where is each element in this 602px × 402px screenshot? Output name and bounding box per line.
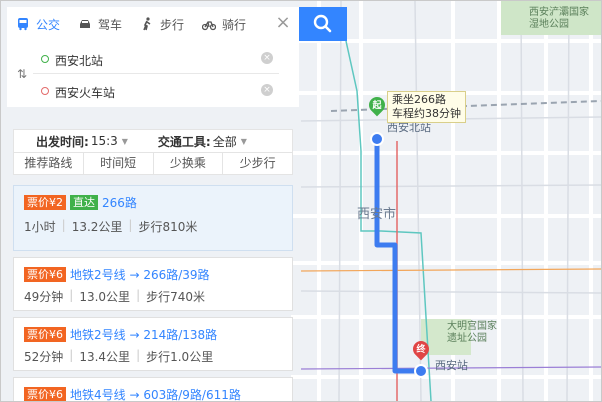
- fare-badge: 票价¥6: [24, 326, 66, 342]
- park-chanba-label: 西安浐灞国家 湿地公园: [529, 7, 589, 30]
- chevron-down-icon: ▼: [240, 136, 247, 146]
- route-time: 52分钟: [24, 350, 64, 364]
- filter-panel: 出发时间: 15:3 ▼ 交通工具: 全部 ▼ 推荐路线 时间短 少换乘 少步行: [13, 129, 293, 175]
- mode-tab-bus[interactable]: 公交: [7, 7, 69, 41]
- clear-origin-icon[interactable]: ×: [261, 52, 273, 64]
- direct-badge: 直达: [70, 194, 98, 210]
- route-name: 266路: [102, 195, 137, 210]
- origin-dot-icon: [41, 55, 49, 63]
- route-result[interactable]: 票价¥2 直达 266路 1小时 | 13.2公里 | 步行810米: [13, 185, 293, 251]
- origin-input[interactable]: [53, 48, 257, 72]
- route-distance: 13.2公里: [71, 220, 123, 234]
- route-result[interactable]: 票价¥6 地铁2号线 → 266路/39路 49分钟 | 13.0公里 | 步行74…: [13, 257, 293, 311]
- start-marker[interactable]: 起: [365, 93, 389, 117]
- walk-icon: [143, 17, 151, 31]
- fare-badge: 票价¥2: [24, 194, 66, 210]
- route-result[interactable]: 票价¥6 地铁4号线 → 603路/9路/611路: [13, 377, 293, 402]
- sort-tab-fewer-transfers[interactable]: 少换乘: [154, 153, 224, 175]
- origin-field: ×: [33, 45, 279, 74]
- route-name: 地铁4号线 → 603路/9路/611路: [70, 387, 241, 402]
- end-marker[interactable]: 终: [409, 337, 433, 361]
- fare-badge: 票价¥6: [24, 386, 66, 401]
- car-icon: [80, 20, 91, 28]
- mode-tab-car[interactable]: 驾车: [69, 7, 131, 41]
- destination-input[interactable]: [53, 80, 257, 104]
- park-daminggong-label: 大明宫国家 遗址公园: [447, 321, 497, 344]
- route-name: 地铁2号线 → 266路/39路: [70, 267, 210, 282]
- station-rail-label: 西安站: [435, 359, 468, 372]
- search-icon: [313, 14, 332, 33]
- clear-destination-icon[interactable]: ×: [261, 84, 273, 96]
- search-button[interactable]: [299, 7, 347, 41]
- route-time: 1小时: [24, 220, 56, 234]
- route-distance: 13.0公里: [79, 290, 131, 304]
- destination-dot-icon: [41, 87, 49, 95]
- route-walk: 步行1.0公里: [146, 350, 214, 364]
- route-name: 地铁2号线 → 214路/138路: [70, 327, 218, 342]
- route-walk: 步行810米: [138, 220, 198, 234]
- app-frame: 西安浐灞国家 湿地公园 西安北站 西安市 大明宫国家 遗址公园 西安站 乘坐26…: [0, 0, 602, 402]
- route-callout: 乘坐266路 车程约38分钟: [387, 91, 466, 123]
- route-walk: 步行740米: [146, 290, 206, 304]
- transport-mode-bar: 公交 驾车 步行 骑行 ×: [7, 7, 299, 42]
- sort-tab-recommended[interactable]: 推荐路线: [14, 153, 84, 175]
- fare-badge: 票价¥6: [24, 266, 66, 282]
- route-input-box: ⇅ × ×: [7, 41, 299, 107]
- mode-tab-walk[interactable]: 步行: [131, 7, 193, 41]
- filter-row: 出发时间: 15:3 ▼ 交通工具: 全部 ▼: [14, 130, 292, 152]
- route-time: 49分钟: [24, 290, 64, 304]
- depart-time-select[interactable]: 出发时间: 15:3 ▼: [14, 130, 128, 152]
- bike-icon: [202, 21, 217, 31]
- bus-icon: [18, 18, 28, 31]
- sort-tab-less-walking[interactable]: 少步行: [223, 153, 292, 175]
- swap-icon[interactable]: ⇅: [17, 67, 27, 81]
- close-icon[interactable]: ×: [273, 13, 293, 33]
- city-label-xian: 西安市: [357, 207, 397, 222]
- destination-field: ×: [33, 77, 279, 105]
- mode-tab-bike[interactable]: 骑行: [193, 7, 255, 41]
- route-distance: 13.4公里: [79, 350, 131, 364]
- sort-tabs: 推荐路线 时间短 少换乘 少步行: [14, 152, 292, 175]
- sort-tab-fastest[interactable]: 时间短: [84, 153, 154, 175]
- route-result[interactable]: 票价¥6 地铁2号线 → 214路/138路 52分钟 | 13.4公里 | 步行1…: [13, 317, 293, 371]
- transport-tool-select[interactable]: 交通工具: 全部 ▼: [128, 130, 247, 152]
